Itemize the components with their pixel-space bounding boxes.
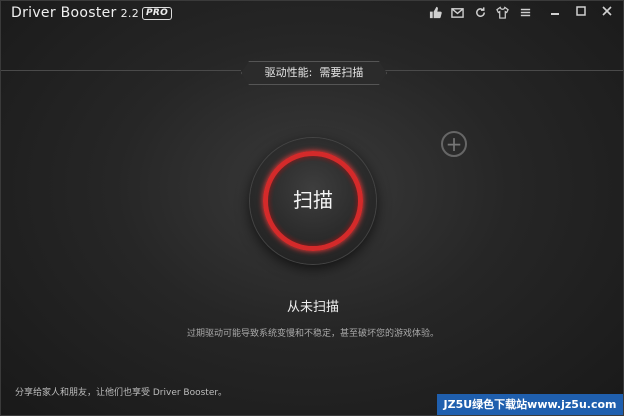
site-watermark: JZ5U绿色下载站www.jz5u.com [437,394,623,415]
add-button[interactable]: + [441,131,467,157]
maximize-icon[interactable] [573,4,589,18]
scan-status: 从未扫描 [286,300,339,315]
thumbs-up-icon[interactable] [428,5,442,19]
close-icon[interactable] [599,4,615,18]
header-divider-left [1,70,241,71]
share-link[interactable]: 分享给家人和朋友，让他们也享受 Driver Booster。 [15,385,227,398]
menu-icon[interactable] [518,5,532,19]
app-version: 2.2 [120,7,140,20]
driver-status-text: 驱动性能: 需要扫描 [241,61,387,85]
header-divider-right [385,70,623,71]
driver-status-value: 需要扫描 [319,66,364,79]
scan-button-label[interactable]: 扫描 [263,184,363,213]
pro-badge: PRO [142,7,173,20]
driver-status-label: 驱动性能: [264,66,313,79]
app-name: Driver Booster [11,5,117,21]
shirt-icon[interactable] [495,5,509,19]
title-bar: Driver Booster 2.2 PRO [1,1,623,27]
plus-icon: + [445,132,463,156]
refresh-icon[interactable] [473,5,487,19]
scan-description: 过期驱动可能导致系统变慢和不稳定，甚至破坏您的游戏体验。 [186,329,439,339]
minimize-icon[interactable] [547,4,563,18]
app-window: Driver Booster 2.2 PRO 驱动性能: 需要扫描 + 扫描 从… [0,0,624,416]
app-title: Driver Booster 2.2 PRO [11,5,173,21]
mail-icon[interactable] [450,5,464,19]
